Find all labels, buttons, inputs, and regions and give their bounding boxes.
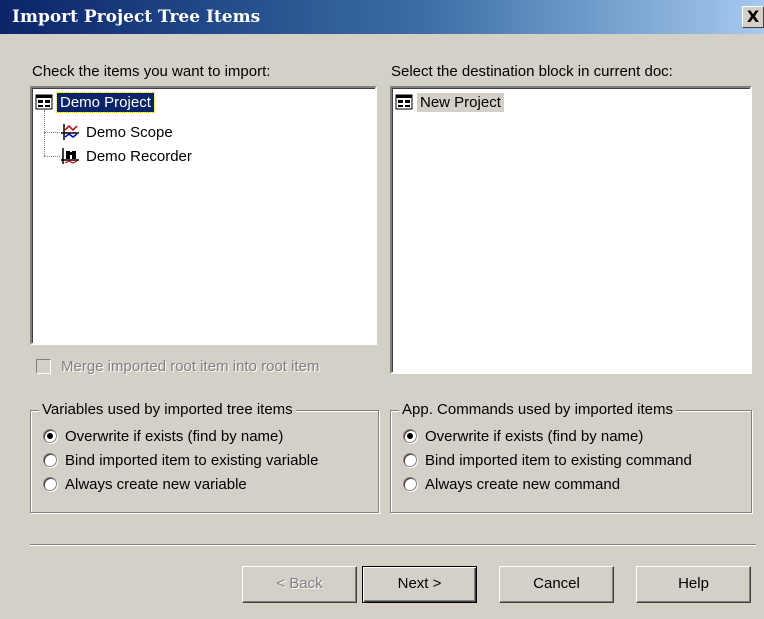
commands-group: App. Commands used by imported items Ove… xyxy=(390,401,752,513)
variables-group: Variables used by imported tree items Ov… xyxy=(30,401,379,513)
tree-connector xyxy=(44,110,45,156)
cancel-button[interactable]: Cancel xyxy=(499,566,614,603)
tree-item-demo-project[interactable]: Demo Project xyxy=(34,91,155,113)
tree-item-label: Demo Project xyxy=(56,91,155,113)
back-button[interactable]: < Back xyxy=(242,566,357,603)
recorder-icon xyxy=(61,148,79,164)
source-tree[interactable]: Demo Project Demo Scope Demo Recorder xyxy=(30,86,377,345)
radio-label: Overwrite if exists (find by name) xyxy=(425,427,644,445)
radio-button[interactable] xyxy=(403,429,417,443)
right-tree-label: Select the destination block in current … xyxy=(391,63,673,80)
cmd-option-overwrite[interactable]: Overwrite if exists (find by name) xyxy=(403,425,643,447)
window-title: Import Project Tree Items xyxy=(12,7,261,27)
tree-item-demo-recorder[interactable]: Demo Recorder xyxy=(60,145,195,167)
help-button[interactable]: Help xyxy=(636,566,751,603)
radio-button[interactable] xyxy=(403,453,417,467)
tree-item-label: New Project xyxy=(417,92,504,112)
radio-button[interactable] xyxy=(43,477,57,491)
tree-item-demo-scope[interactable]: Demo Scope xyxy=(60,121,176,143)
close-button[interactable]: X xyxy=(742,6,764,28)
radio-label: Overwrite if exists (find by name) xyxy=(65,427,284,445)
radio-button[interactable] xyxy=(43,453,57,467)
cmd-option-bind[interactable]: Bind imported item to existing command xyxy=(403,449,692,471)
var-option-bind[interactable]: Bind imported item to existing variable xyxy=(43,449,318,471)
destination-tree[interactable]: New Project xyxy=(390,86,752,374)
project-icon xyxy=(35,94,53,110)
tree-item-label: Demo Scope xyxy=(86,123,173,141)
tree-item-label: Demo Recorder xyxy=(86,147,192,165)
merge-checkbox[interactable] xyxy=(36,359,51,374)
left-tree-label: Check the items you want to import: xyxy=(32,63,271,80)
title-bar[interactable]: Import Project Tree Items X xyxy=(0,0,764,34)
radio-button[interactable] xyxy=(403,477,417,491)
radio-button[interactable] xyxy=(43,429,57,443)
next-button[interactable]: Next > xyxy=(362,566,477,603)
tree-connector xyxy=(44,156,60,157)
radio-label: Always create new command xyxy=(425,475,621,493)
merge-checkbox-label: Merge imported root item into root item xyxy=(61,358,320,375)
separator xyxy=(30,544,756,546)
import-dialog: Import Project Tree Items X Check the it… xyxy=(0,0,764,619)
variables-group-title: Variables used by imported tree items xyxy=(39,401,296,418)
var-option-create[interactable]: Always create new variable xyxy=(43,473,247,495)
project-icon xyxy=(395,94,413,110)
commands-group-title: App. Commands used by imported items xyxy=(399,401,676,418)
tree-connector xyxy=(44,132,60,133)
radio-label: Always create new variable xyxy=(65,475,247,493)
radio-label: Bind imported item to existing command xyxy=(425,451,692,469)
scope-icon xyxy=(61,124,79,140)
tree-item-new-project[interactable]: New Project xyxy=(394,91,504,113)
radio-label: Bind imported item to existing variable xyxy=(65,451,319,469)
close-icon: X xyxy=(746,7,760,26)
cmd-option-create[interactable]: Always create new command xyxy=(403,473,620,495)
var-option-overwrite[interactable]: Overwrite if exists (find by name) xyxy=(43,425,283,447)
